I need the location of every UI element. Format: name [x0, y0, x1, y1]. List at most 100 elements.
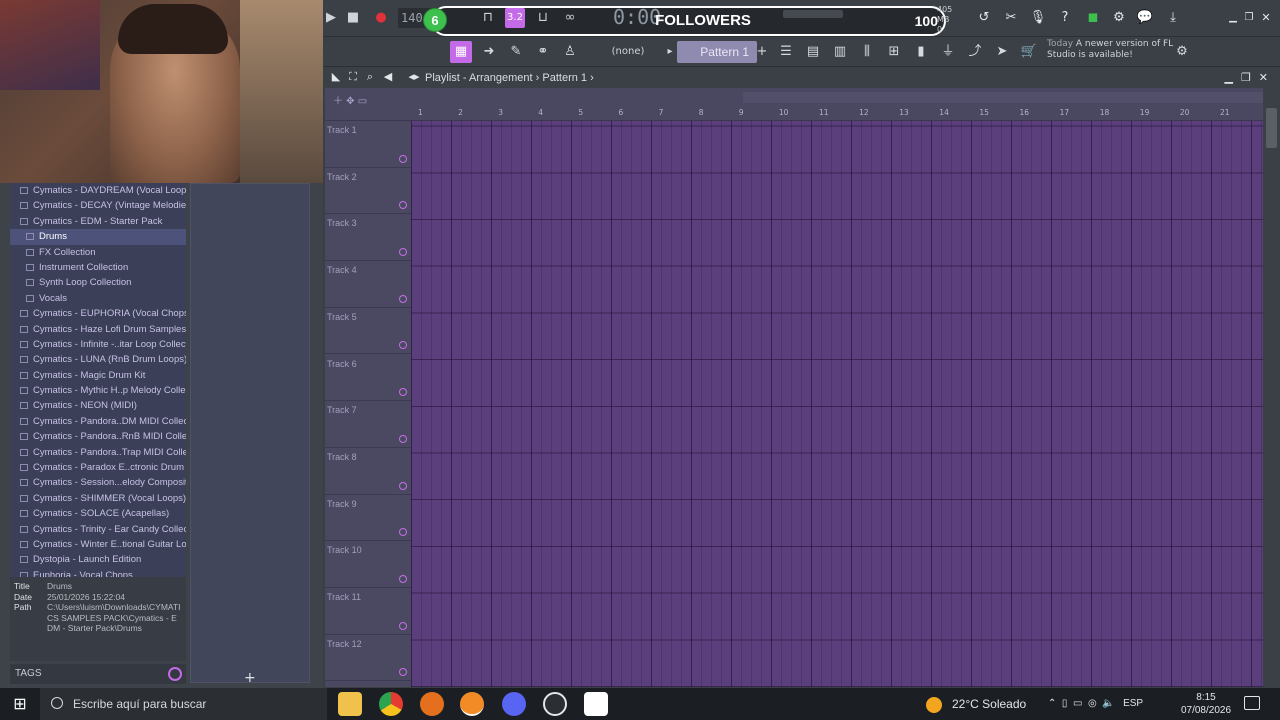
- download-icon[interactable]: ⤓: [1163, 8, 1183, 28]
- track-mute-icon[interactable]: [399, 248, 407, 257]
- news-settings-icon[interactable]: ⚙: [1171, 41, 1193, 63]
- browser-item[interactable]: Cymatics - Mythic H..p Melody Collection: [10, 383, 186, 398]
- fl-studio-active-icon[interactable]: [460, 692, 484, 716]
- track-mute-icon[interactable]: [399, 341, 407, 350]
- browser-item[interactable]: FX Collection: [10, 245, 186, 260]
- browser-item[interactable]: Cymatics - SOLACE (Acapellas): [10, 506, 186, 521]
- metronome-icon[interactable]: ⊓: [478, 8, 498, 28]
- help-icon[interactable]: ?: [1055, 8, 1075, 28]
- fl-studio-icon[interactable]: [420, 692, 444, 716]
- horizontal-scrollbar[interactable]: [743, 92, 1280, 103]
- browser-item[interactable]: Cymatics - DECAY (Vintage Melodies): [10, 198, 186, 213]
- track-mute-icon[interactable]: [399, 621, 407, 630]
- browser-item[interactable]: Vocals: [10, 291, 186, 306]
- browser-item[interactable]: Cymatics - Paradox E..ctronic Drum Loops: [10, 460, 186, 475]
- track-header[interactable]: Track 6: [325, 355, 411, 402]
- send-icon[interactable]: ➤: [991, 41, 1013, 63]
- track-mute-icon[interactable]: [399, 154, 407, 163]
- zoom-icon[interactable]: ⌕: [363, 70, 377, 84]
- browser-item[interactable]: Cymatics - Winter E..tional Guitar Loops: [10, 537, 186, 552]
- browser-item[interactable]: Cymatics - EUPHORIA (Vocal Chops): [10, 306, 186, 321]
- track-header[interactable]: Track 10: [325, 541, 411, 588]
- arrow-split-icon[interactable]: ◂▸: [407, 70, 421, 84]
- link-icon[interactable]: ⚭: [532, 41, 554, 63]
- discord-icon[interactable]: [502, 692, 526, 716]
- track-header[interactable]: Track 7: [325, 401, 411, 448]
- browser-item[interactable]: Cymatics - Pandora..DM MIDI Collection: [10, 414, 186, 429]
- playlist-icon[interactable]: ☰: [775, 41, 797, 63]
- chrome-icon[interactable]: [379, 692, 403, 716]
- playlist-pattern[interactable]: Pattern 1: [542, 72, 587, 84]
- piano-roll-icon[interactable]: ▤: [802, 41, 824, 63]
- mic-icon[interactable]: 🎙: [1028, 8, 1048, 28]
- track-mute-icon[interactable]: [399, 294, 407, 303]
- browser-item[interactable]: Cymatics - Magic Drum Kit: [10, 368, 186, 383]
- browser-item[interactable]: Cymatics - DAYDREAM (Vocal Loops): [10, 183, 186, 198]
- loop-record-icon[interactable]: ∞: [560, 8, 580, 28]
- track-mute-icon[interactable]: [399, 528, 407, 537]
- channel-rack-icon[interactable]: ▥: [829, 41, 851, 63]
- play-icon[interactable]: ▶: [321, 8, 341, 28]
- taskbar-search[interactable]: Escribe aquí para buscar: [40, 688, 327, 720]
- add-pattern-icon[interactable]: +: [751, 41, 773, 63]
- browser-add-button[interactable]: +: [244, 670, 256, 686]
- track-header[interactable]: Track 2: [325, 168, 411, 215]
- playlist-view-icon[interactable]: ▦: [450, 41, 472, 63]
- track-mute-icon[interactable]: [399, 388, 407, 397]
- snap-select[interactable]: (none): [598, 43, 658, 61]
- pattern-select[interactable]: Pattern 1: [677, 41, 757, 63]
- browser-item[interactable]: Cymatics - SHIMMER (Vocal Loops): [10, 491, 186, 506]
- arrow-right-icon[interactable]: ➜: [478, 41, 500, 63]
- track-header[interactable]: Track 5: [325, 308, 411, 355]
- wait-icon[interactable]: ⊔: [533, 8, 553, 28]
- browser-item[interactable]: Instrument Collection: [10, 260, 186, 275]
- plugin-icon[interactable]: ▮: [910, 41, 932, 63]
- track-header[interactable]: Track 12: [325, 635, 411, 682]
- tags-bar[interactable]: TAGS: [10, 664, 186, 684]
- browser-item[interactable]: Drums: [10, 229, 186, 245]
- weather-widget[interactable]: 22°C Soleado: [926, 688, 1026, 720]
- browser-item[interactable]: Dystopia - Launch Edition: [10, 552, 186, 567]
- track-mute-icon[interactable]: [399, 481, 407, 490]
- track-header[interactable]: Track 1: [325, 121, 411, 168]
- browser-item[interactable]: Cymatics - EDM - Starter Pack: [10, 214, 186, 229]
- browser-item[interactable]: Cymatics - Pandora..Trap MIDI Collection: [10, 445, 186, 460]
- track-mute-icon[interactable]: [399, 574, 407, 583]
- search-icon[interactable]: [168, 667, 182, 681]
- cart-icon[interactable]: 🛒: [1018, 41, 1040, 63]
- playlist-window-controls[interactable]: ▁❐✕: [1224, 68, 1276, 88]
- track-header[interactable]: Track 3: [325, 214, 411, 262]
- system-tray[interactable]: ⌃ ▯ ▭ ◎ 🔈 ESP: [1048, 688, 1143, 720]
- track-header[interactable]: Track 8: [325, 448, 411, 495]
- browser-item[interactable]: Cymatics - Infinite -..itar Loop Collect…: [10, 337, 186, 352]
- tray-icons[interactable]: ⌃ ▯ ▭ ◎ 🔈: [1048, 698, 1120, 709]
- tempo-tap-icon[interactable]: ⤴: [964, 41, 986, 63]
- track-header[interactable]: Track 11: [325, 588, 411, 635]
- playlist-grid[interactable]: [411, 121, 1263, 687]
- plug-icon[interactable]: ⏚: [937, 41, 959, 63]
- language-indicator[interactable]: ESP: [1123, 698, 1143, 709]
- record-icon[interactable]: ●: [371, 8, 391, 28]
- browser-item[interactable]: Cymatics - NEON (MIDI): [10, 398, 186, 413]
- scroll-thumb[interactable]: [1266, 108, 1277, 148]
- browser-item[interactable]: Cymatics - Session...elody Compositions: [10, 475, 186, 490]
- shop-icon[interactable]: ◼: [1083, 8, 1103, 28]
- tools-icon[interactable]: ⚙: [1109, 8, 1129, 28]
- cut-icon[interactable]: ✂: [1001, 8, 1021, 28]
- undo-icon[interactable]: ↺: [974, 8, 994, 28]
- stamp-icon[interactable]: ♙: [559, 41, 581, 63]
- browser-item[interactable]: Synth Loop Collection: [10, 275, 186, 290]
- browser-item[interactable]: Cymatics - Haze Lofi Drum Samples: [10, 322, 186, 337]
- timeline-ruler[interactable]: 1 2 3 4 5 6 7 8 9 10 11 12 13 14 15 16 17 18 19 20 21: [418, 106, 1263, 121]
- close-icon[interactable]: ✕: [1256, 8, 1276, 28]
- vertical-scrollbar[interactable]: [1263, 88, 1280, 687]
- track-mute-icon[interactable]: [399, 668, 407, 677]
- draw-icon[interactable]: ✎: [505, 41, 527, 63]
- fullscreen-icon[interactable]: ⛶: [346, 70, 360, 84]
- taskbar-clock[interactable]: 8:15 07/08/2026: [1176, 691, 1236, 717]
- file-explorer-icon[interactable]: [338, 692, 362, 716]
- browser-item[interactable]: Cymatics - Trinity - Ear Candy Collectio…: [10, 522, 186, 537]
- news-panel[interactable]: Today A newer version of FL Studio is av…: [1047, 39, 1177, 65]
- track-mute-icon[interactable]: [399, 434, 407, 443]
- browser-item[interactable]: Cymatics - LUNA (RnB Drum Loops): [10, 352, 186, 367]
